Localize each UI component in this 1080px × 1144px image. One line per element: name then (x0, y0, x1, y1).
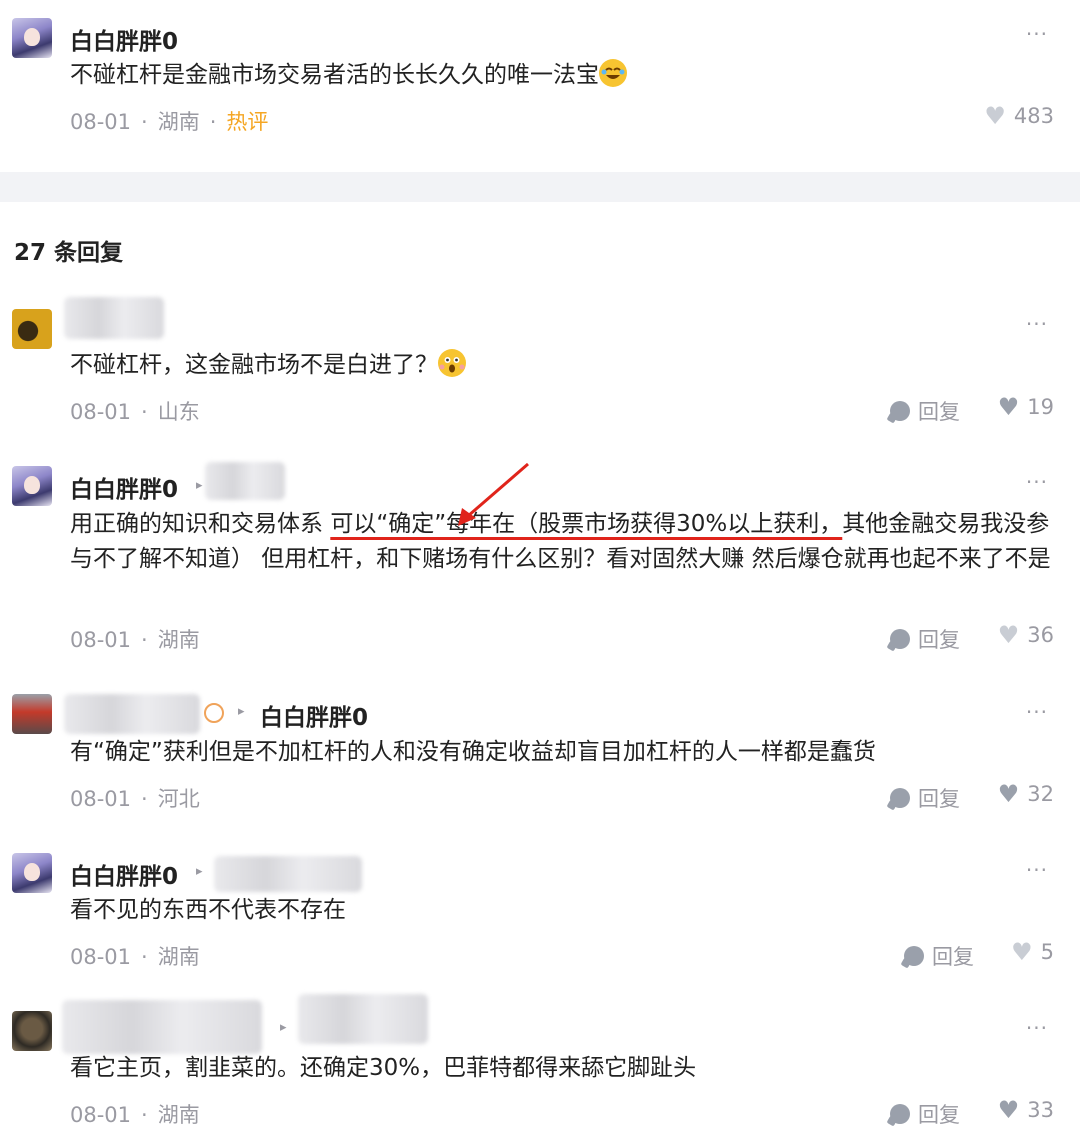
reply-label: 回复 (918, 787, 960, 811)
like-button[interactable]: ♥ 36 (998, 623, 1054, 647)
reply-text: 看不见的东西不代表不存在 (70, 897, 346, 923)
reply-meta: 08-01 · 湖南 (70, 1103, 200, 1127)
annotation-arrow (458, 462, 529, 526)
replies-count-header: 27 条回复 (14, 240, 124, 266)
reply-label: 回复 (918, 400, 960, 424)
reply-arrow-icon: ▸ (196, 864, 203, 879)
like-count: 33 (1027, 1098, 1054, 1122)
reply-button[interactable]: 回复 (890, 624, 960, 654)
reply-text: 看它主页，割韭菜的。还确定30%，巴菲特都得来舔它脚趾头 (70, 1055, 697, 1081)
like-button[interactable]: ♥ 5 (1011, 940, 1054, 964)
more-options-icon[interactable]: ··· (1026, 858, 1048, 882)
more-options-icon[interactable]: ··· (1026, 700, 1048, 724)
reply-label: 回复 (918, 628, 960, 652)
reply-target-blurred (298, 994, 428, 1044)
username[interactable]: 白白胖胖0 (70, 857, 178, 891)
like-button[interactable]: ♥ 33 (998, 1098, 1054, 1122)
comment-bubble-icon (890, 401, 910, 421)
username-blurred[interactable] (64, 694, 200, 734)
location: 湖南 (157, 1103, 200, 1127)
date: 08-01 (70, 110, 132, 134)
reply-to-username[interactable]: 白白胖胖0 (260, 698, 368, 732)
like-count: 36 (1027, 623, 1054, 647)
like-count: 5 (1040, 940, 1054, 964)
rofl-emoji-icon (599, 59, 627, 87)
reply-button[interactable]: 回复 (890, 1099, 960, 1129)
more-options-icon[interactable]: ··· (1026, 1016, 1048, 1040)
reply-meta: 08-01 · 山东 (70, 400, 200, 424)
reply-meta: 08-01 · 河北 (70, 787, 200, 811)
comment-text-body: 不碰杠杆是金融市场交易者活的长长久久的唯一法宝 (70, 62, 599, 88)
like-count: 32 (1027, 782, 1054, 806)
like-button[interactable]: ♥ 32 (998, 782, 1054, 806)
date: 08-01 (70, 787, 132, 811)
comment-bubble-icon (890, 629, 910, 649)
shocked-emoji-icon (438, 349, 466, 377)
reply-text-before: 用正确的知识和交易体系 (70, 511, 331, 537)
heart-icon: ♥ (997, 780, 1020, 808)
heart-icon: ♥ (997, 393, 1020, 421)
username[interactable]: 白白胖胖0 (70, 22, 178, 56)
username-blurred[interactable] (62, 1000, 262, 1054)
reply-arrow-icon: ▸ (280, 1020, 287, 1035)
heart-icon: ♥ (1011, 938, 1033, 966)
comment-bubble-icon (890, 788, 910, 808)
comment-bubble-icon (904, 946, 924, 966)
date: 08-01 (70, 400, 132, 424)
location: 山东 (157, 400, 200, 424)
heart-icon: ♥ (984, 102, 1006, 130)
heart-icon: ♥ (997, 1096, 1020, 1124)
location: 湖南 (157, 945, 200, 969)
reply-arrow-icon: ▸ (196, 478, 203, 493)
reply-arrow-icon: ▸ (238, 704, 245, 719)
username-blurred[interactable] (64, 297, 164, 339)
username[interactable]: 白白胖胖0 (70, 470, 178, 504)
section-divider (0, 172, 1080, 202)
reply-button[interactable]: 回复 (890, 396, 960, 426)
level-badge-icon (204, 703, 224, 723)
highlighted-claim: 可以“确定”每年在（股票市场获得30%以上获利， (330, 511, 843, 537)
reply-text: 有“确定”获利但是不加杠杆的人和没有确定收益却盲目加杠杆的人一样都是蠢货 (70, 739, 876, 765)
reply-label: 回复 (932, 945, 974, 969)
reply-button[interactable]: 回复 (904, 941, 974, 971)
date: 08-01 (70, 945, 132, 969)
reply-label: 回复 (918, 1103, 960, 1127)
avatar[interactable] (12, 1011, 52, 1051)
comment-text: 不碰杠杆是金融市场交易者活的长长久久的唯一法宝 (70, 58, 1060, 93)
location: 河北 (157, 787, 200, 811)
reply-meta: 08-01 · 湖南 (70, 945, 200, 969)
reply-meta: 08-01 · 湖南 (70, 628, 200, 652)
comment-bubble-icon (890, 1104, 910, 1124)
reply-target-blurred (214, 856, 362, 892)
more-options-icon[interactable]: ··· (1026, 22, 1048, 46)
reply-button[interactable]: 回复 (890, 783, 960, 813)
like-button[interactable]: ♥ 483 (984, 104, 1054, 128)
like-count: 19 (1027, 395, 1054, 419)
location: 湖南 (157, 628, 200, 652)
hot-comment-badge: 热评 (226, 110, 269, 134)
date: 08-01 (70, 628, 132, 652)
avatar[interactable] (12, 466, 52, 506)
like-count: 483 (1013, 104, 1054, 128)
avatar[interactable] (12, 309, 52, 349)
location: 湖南 (157, 110, 200, 134)
reply-text-body: 不碰杠杆，这金融市场不是白进了？ (70, 352, 438, 378)
reply-target-blurred (205, 462, 285, 500)
avatar[interactable] (12, 853, 52, 893)
avatar[interactable] (12, 694, 52, 734)
date: 08-01 (70, 1103, 132, 1127)
more-options-icon[interactable]: ··· (1026, 312, 1048, 336)
heart-icon: ♥ (997, 621, 1020, 649)
like-button[interactable]: ♥ 19 (998, 395, 1054, 419)
more-options-icon[interactable]: ··· (1026, 470, 1048, 494)
reply-text: 不碰杠杆，这金融市场不是白进了？ (70, 348, 1060, 383)
reply-text: 用正确的知识和交易体系 可以“确定”每年在（股票市场获得30%以上获利，其他金融… (70, 507, 1060, 577)
avatar[interactable] (12, 18, 52, 58)
comment-meta: 08-01 · 湖南 · 热评 (70, 110, 269, 134)
